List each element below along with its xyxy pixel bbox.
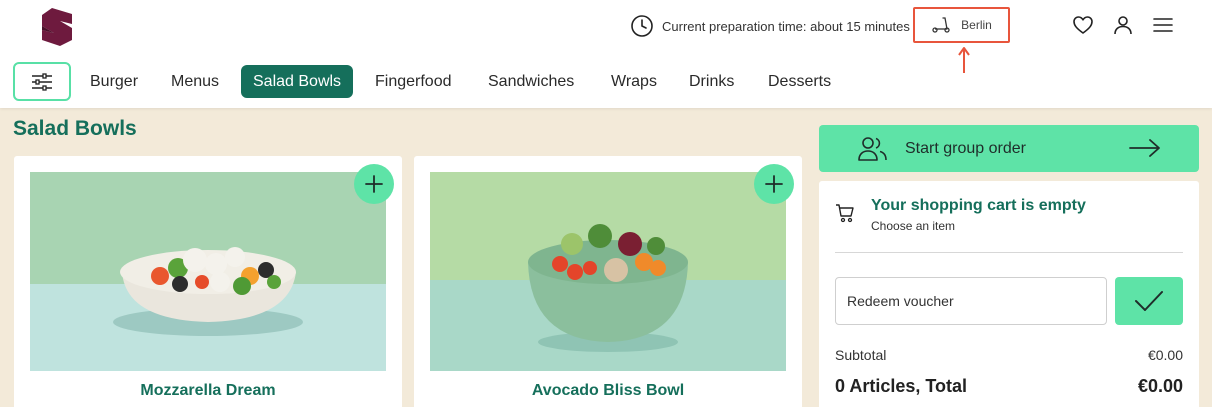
start-group-order-button[interactable]: Start group order [819, 125, 1199, 172]
category-burger[interactable]: Burger [78, 65, 150, 98]
category-salad-bowls[interactable]: Salad Bowls [241, 65, 354, 98]
checkmark-icon [1135, 291, 1163, 311]
product-image-mozzarella-dream [30, 172, 386, 371]
product-name[interactable]: Avocado Bliss Bowl [414, 382, 802, 400]
filter-button[interactable] [13, 62, 71, 101]
voucher-input[interactable] [835, 277, 1107, 325]
clock-icon [631, 15, 653, 37]
category-drinks[interactable]: Drinks [677, 65, 746, 98]
product-card[interactable]: Mozzarella Dream [14, 156, 402, 407]
users-icon [858, 137, 887, 161]
scooter-icon [932, 17, 950, 33]
product-card[interactable]: Avocado Bliss Bowl [414, 156, 802, 407]
plus-icon [365, 175, 383, 193]
preparation-time-text: Current preparation time: about 15 minut… [662, 18, 910, 34]
location-label: Berlin [961, 18, 992, 32]
location-selector[interactable]: Berlin [913, 7, 1010, 43]
subtotal-value: €0.00 [1147, 347, 1183, 363]
user-icon[interactable] [1112, 14, 1134, 36]
total-label: 0 Articles, Total [835, 376, 968, 396]
add-to-cart-button[interactable] [354, 164, 394, 204]
cart-empty-subtitle: Choose an item [871, 219, 956, 233]
group-order-label: Start group order [905, 140, 1026, 157]
subtotal-label: Subtotal [835, 347, 887, 363]
cart-empty-title: Your shopping cart is empty [871, 197, 1086, 214]
cart-divider [835, 252, 1183, 253]
red-arrow-up-icon [958, 47, 970, 73]
product-image-avocado-bliss-bowl [430, 172, 786, 371]
category-wraps[interactable]: Wraps [599, 65, 669, 98]
category-menus[interactable]: Menus [159, 65, 231, 98]
plus-icon [765, 175, 783, 193]
top-header: Current preparation time: about 15 minut… [0, 0, 1212, 108]
preparation-time: Current preparation time: about 15 minut… [630, 14, 910, 38]
product-name[interactable]: Mozzarella Dream [14, 382, 402, 400]
category-sandwiches[interactable]: Sandwiches [476, 65, 586, 98]
shopping-cart-panel: Your shopping cart is empty Choose an it… [819, 181, 1199, 407]
section-title: Salad Bowls [13, 117, 137, 140]
add-to-cart-button[interactable] [754, 164, 794, 204]
cart-icon [836, 204, 854, 223]
category-fingerfood[interactable]: Fingerfood [363, 65, 464, 98]
category-desserts[interactable]: Desserts [756, 65, 843, 98]
hamburger-menu-icon[interactable] [1152, 14, 1174, 36]
brand-logo-icon[interactable] [38, 6, 78, 48]
total-value: €0.00 [1137, 376, 1183, 396]
apply-voucher-button[interactable] [1115, 277, 1183, 325]
sliders-icon [32, 72, 52, 91]
arrow-right-icon [1129, 139, 1160, 157]
heart-icon[interactable] [1072, 14, 1094, 36]
